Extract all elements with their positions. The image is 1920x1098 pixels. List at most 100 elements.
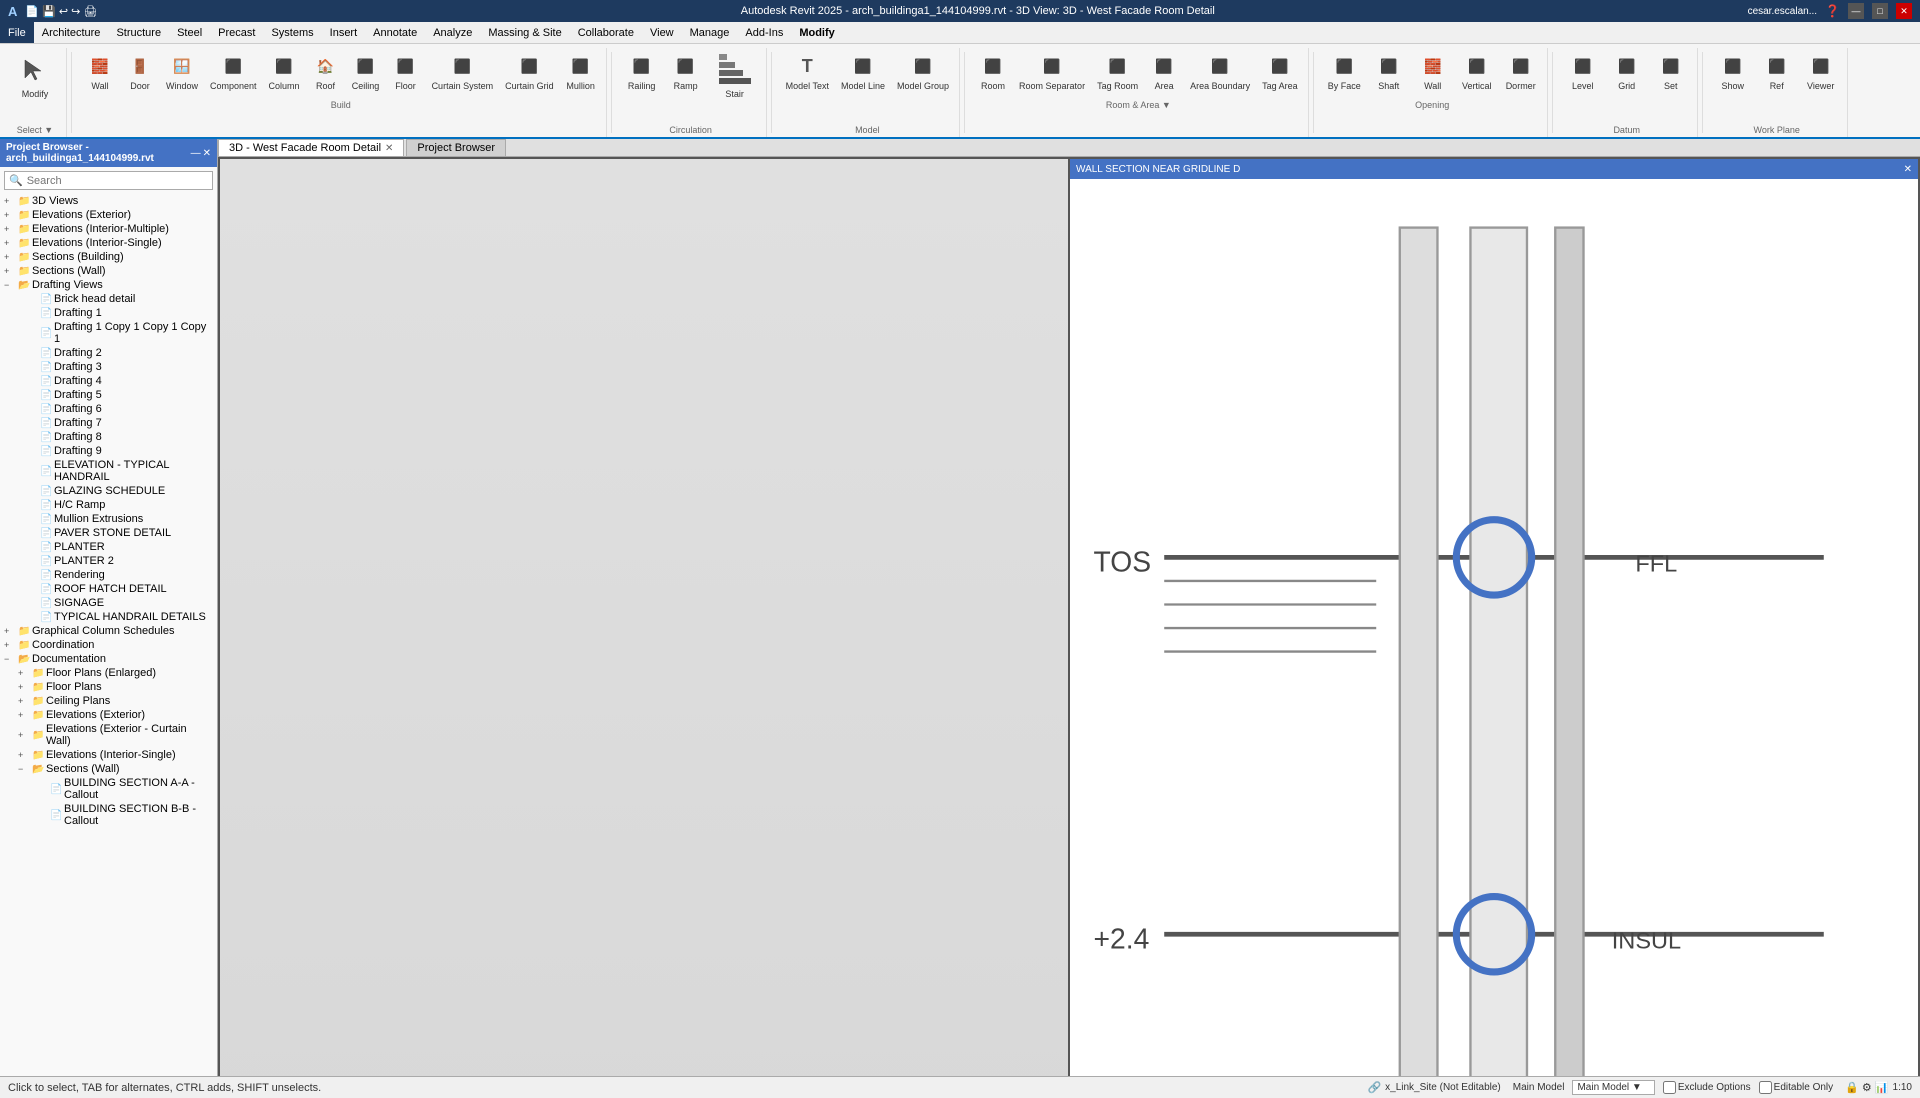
sidebar-item-3d-views[interactable]: + 📁 3D Views [0,194,217,208]
window-btn[interactable]: 🪟 Window [162,50,202,94]
menu-collaborate[interactable]: Collaborate [570,22,642,43]
model-group-btn[interactable]: ⬛ Model Group [893,50,953,94]
panel-close-wall[interactable]: ✕ [1904,164,1912,175]
sidebar-item-sections-wall2[interactable]: − 📂 Sections (Wall) [0,762,217,776]
sidebar-item-paver[interactable]: 📄 PAVER STONE DETAIL [0,526,217,540]
sidebar-item-floor-plans[interactable]: + 📁 Floor Plans [0,680,217,694]
menu-insert[interactable]: Insert [322,22,366,43]
sidebar-item-drafting4[interactable]: 📄 Drafting 4 [0,374,217,388]
sidebar-item-drafting1-copy[interactable]: 📄 Drafting 1 Copy 1 Copy 1 Copy 1 [0,320,217,346]
sidebar-item-glazing[interactable]: 📄 GLAZING SCHEDULE [0,484,217,498]
wall-btn[interactable]: 🧱 Wall [82,50,118,94]
level-btn[interactable]: ⬛ Level [1563,50,1603,94]
stair-btn[interactable]: Stair [710,50,760,102]
sidebar-item-elevations-int-multi[interactable]: + 📁 Elevations (Interior-Multiple) [0,222,217,236]
sidebar-item-drafting1[interactable]: 📄 Drafting 1 [0,306,217,320]
by-face-btn[interactable]: ⬛ By Face [1324,50,1365,94]
sidebar-item-sections-wall[interactable]: + 📁 Sections (Wall) [0,264,217,278]
grid-btn[interactable]: ⬛ Grid [1607,50,1647,94]
sidebar-item-drafting6[interactable]: 📄 Drafting 6 [0,402,217,416]
sidebar-item-elevations-int-single[interactable]: + 📁 Elevations (Interior-Single) [0,236,217,250]
dormer-btn[interactable]: ⬛ Dormer [1501,50,1541,94]
sidebar-item-rendering[interactable]: 📄 Rendering [0,568,217,582]
floor-btn[interactable]: ⬛ Floor [388,50,424,94]
opening-wall-btn[interactable]: 🧱 Wall [1413,50,1453,94]
column-btn[interactable]: ⬛ Column [265,50,304,94]
sidebar-item-documentation[interactable]: − 📂 Documentation [0,652,217,666]
expand-3d-views[interactable]: + [4,196,18,206]
menu-modify[interactable]: Modify [791,22,842,43]
mullion-btn[interactable]: ⬛ Mullion [562,50,600,94]
railing-btn[interactable]: ⬛ Railing [622,50,662,94]
set-btn[interactable]: ⬛ Set [1651,50,1691,94]
curtain-grid-btn[interactable]: ⬛ Curtain Grid [501,50,558,94]
search-input[interactable] [27,175,208,187]
menu-steel[interactable]: Steel [169,22,210,43]
sidebar-item-building-aa[interactable]: 📄 BUILDING SECTION A-A - Callout [0,776,217,802]
sidebar-item-typical-handrail[interactable]: 📄 TYPICAL HANDRAIL DETAILS [0,610,217,624]
curtain-system-btn[interactable]: ⬛ Curtain System [428,50,498,94]
ref-btn[interactable]: ⬛ Ref [1757,50,1797,94]
sidebar-item-drafting9[interactable]: 📄 Drafting 9 [0,444,217,458]
sidebar-item-drafting-views[interactable]: − 📂 Drafting Views [0,278,217,292]
minimize-btn[interactable]: — [1848,3,1864,19]
model-text-btn[interactable]: T Model Text [782,50,833,94]
sidebar-item-floor-plans-enlarged[interactable]: + 📁 Floor Plans (Enlarged) [0,666,217,680]
menu-annotate[interactable]: Annotate [365,22,425,43]
sidebar-item-ceiling-plans[interactable]: + 📁 Ceiling Plans [0,694,217,708]
sidebar-item-drafting5[interactable]: 📄 Drafting 5 [0,388,217,402]
roof-btn[interactable]: 🏠 Roof [308,50,344,94]
sidebar-item-drafting8[interactable]: 📄 Drafting 8 [0,430,217,444]
tab-project-browser[interactable]: Project Browser [406,139,506,156]
3d-view-content[interactable]: FRONT [220,159,1068,1076]
menu-analyze[interactable]: Analyze [425,22,480,43]
quick-access-icons[interactable]: 📄 💾 ↩ ↪ 🖨 [25,5,97,18]
sidebar-item-elevations-int-single2[interactable]: + 📁 Elevations (Interior-Single) [0,748,217,762]
wall-section-content[interactable]: TOS +2.4 +1.2 FFL INSUL MEMB [1070,179,1918,1076]
sidebar-item-elevations-curtain[interactable]: + 📁 Elevations (Exterior - Curtain Wall) [0,722,217,748]
pb-minimize[interactable]: — [191,148,201,159]
menu-massing[interactable]: Massing & Site [480,22,569,43]
shaft-btn[interactable]: ⬛ Shaft [1369,50,1409,94]
maximize-btn[interactable]: □ [1872,3,1888,19]
sidebar-item-drafting3[interactable]: 📄 Drafting 3 [0,360,217,374]
ramp-btn[interactable]: ⬛ Ramp [666,50,706,94]
component-btn[interactable]: ⬛ Component [206,50,261,94]
help-icon[interactable]: ❓ [1825,4,1840,18]
model-dropdown[interactable]: Main Model ▼ [1572,1080,1654,1095]
vertical-btn[interactable]: ⬛ Vertical [1457,50,1497,94]
menu-precast[interactable]: Precast [210,22,263,43]
status-icons[interactable]: 🔒 ⚙ 📊 [1845,1081,1888,1094]
sidebar-item-building-bb[interactable]: 📄 BUILDING SECTION B-B - Callout [0,802,217,828]
pb-close[interactable]: ✕ [203,148,211,159]
sidebar-item-roof-hatch[interactable]: 📄 ROOF HATCH DETAIL [0,582,217,596]
menu-architecture[interactable]: Architecture [34,22,109,43]
area-btn[interactable]: ⬛ Area [1146,50,1182,94]
tag-area-btn[interactable]: ⬛ Tag Area [1258,50,1302,94]
sidebar-item-sections-building[interactable]: + 📁 Sections (Building) [0,250,217,264]
sidebar-item-elevations-ext[interactable]: + 📁 Elevations (Exterior) [0,208,217,222]
menu-file[interactable]: File [0,22,34,43]
sidebar-item-elevation-handrail[interactable]: 📄 ELEVATION - TYPICAL HANDRAIL [0,458,217,484]
sidebar-item-brick-head[interactable]: 📄 Brick head detail [0,292,217,306]
sidebar-item-coordination[interactable]: + 📁 Coordination [0,638,217,652]
sidebar-item-drafting2[interactable]: 📄 Drafting 2 [0,346,217,360]
menu-view[interactable]: View [642,22,682,43]
ceiling-btn[interactable]: ⬛ Ceiling [348,50,384,94]
sidebar-item-mullion-ext[interactable]: 📄 Mullion Extrusions [0,512,217,526]
door-btn[interactable]: 🚪 Door [122,50,158,94]
menu-systems[interactable]: Systems [263,22,321,43]
viewer-btn[interactable]: ⬛ Viewer [1801,50,1841,94]
close-btn[interactable]: ✕ [1896,3,1912,19]
sidebar-item-elevations-ext2[interactable]: + 📁 Elevations (Exterior) [0,708,217,722]
menu-manage[interactable]: Manage [682,22,738,43]
sidebar-item-hc-ramp[interactable]: 📄 H/C Ramp [0,498,217,512]
menu-addins[interactable]: Add-Ins [737,22,791,43]
modify-btn[interactable]: Modify [10,50,60,102]
exclude-options-checkbox[interactable] [1663,1081,1676,1094]
sidebar-item-signage[interactable]: 📄 SIGNAGE [0,596,217,610]
close-3d-tab[interactable]: ✕ [385,143,393,154]
menu-structure[interactable]: Structure [108,22,169,43]
sidebar-item-drafting7[interactable]: 📄 Drafting 7 [0,416,217,430]
model-line-btn[interactable]: ⬛ Model Line [837,50,889,94]
